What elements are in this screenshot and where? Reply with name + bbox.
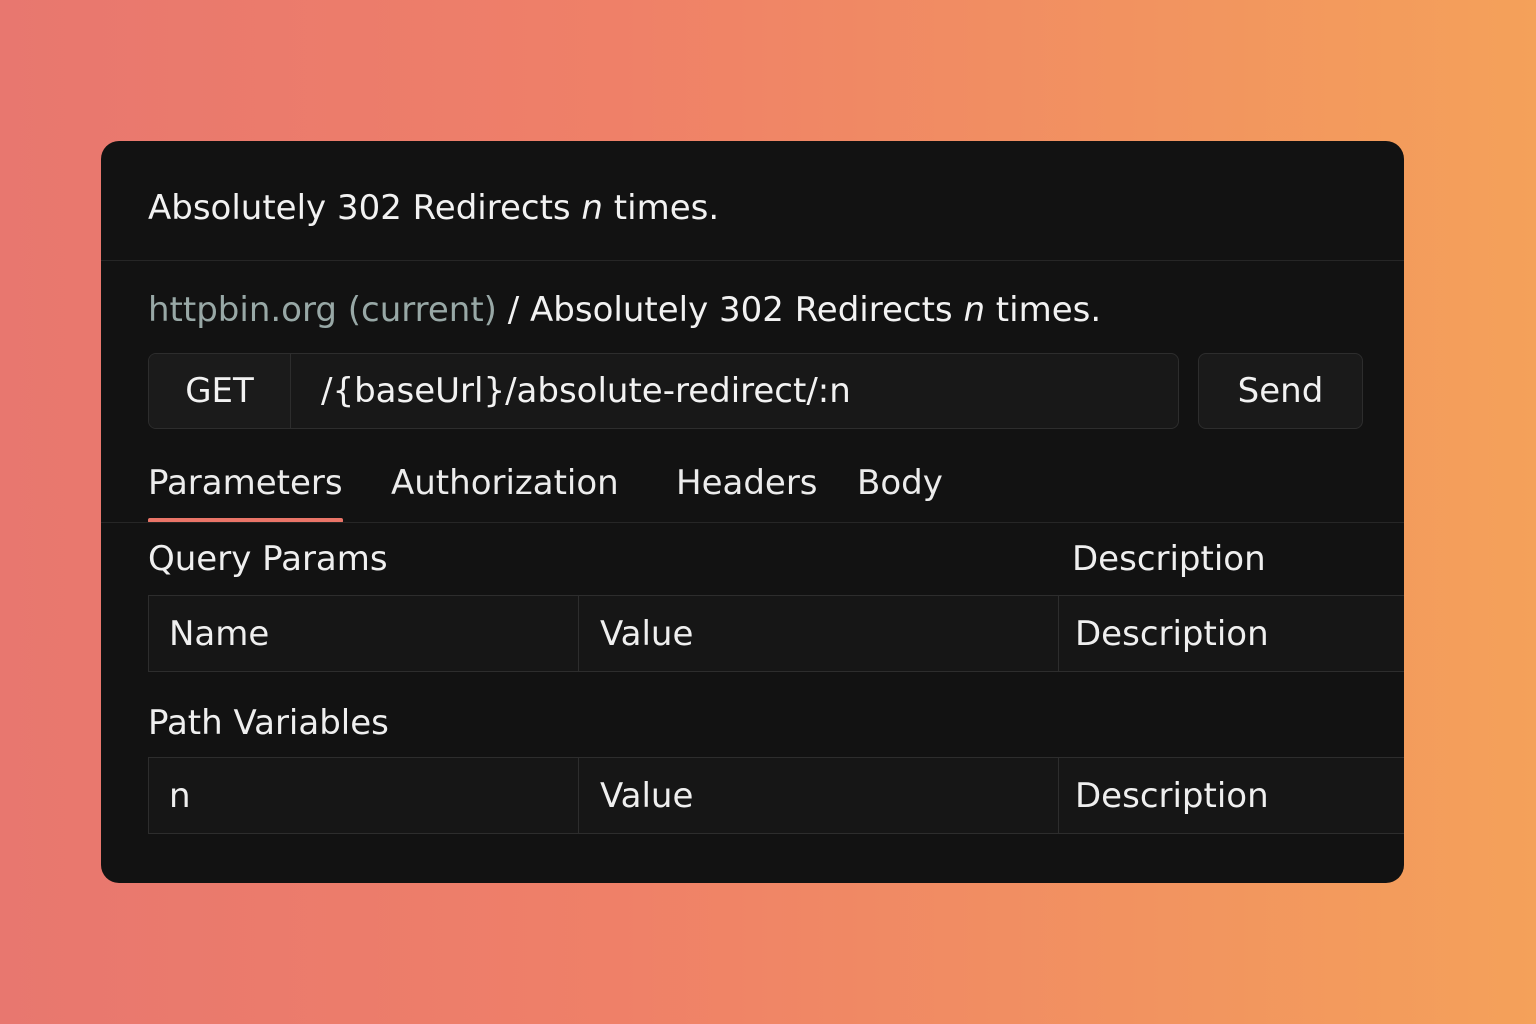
tab-headers[interactable]: Headers — [676, 457, 818, 523]
query-param-description-input[interactable]: Description — [1059, 596, 1404, 671]
tab-parameters[interactable]: Parameters — [148, 457, 343, 523]
breadcrumb-environment[interactable]: httpbin.org (current) — [148, 290, 497, 330]
breadcrumb-request-var: n — [963, 290, 985, 330]
url-bar: GET /{baseUrl}/absolute-redirect/:n — [148, 353, 1179, 429]
query-param-name-input[interactable]: Name — [149, 596, 579, 671]
tabs-divider — [101, 522, 1404, 523]
breadcrumb-separator: / — [496, 290, 531, 330]
tab-body[interactable]: Body — [857, 457, 943, 523]
query-param-value-input[interactable]: Value — [579, 596, 1059, 671]
breadcrumb-request-prefix: Absolutely 302 Redirects — [530, 290, 964, 330]
url-input[interactable]: /{baseUrl}/absolute-redirect/:n — [291, 354, 1178, 428]
query-params-heading: Query Params — [148, 539, 388, 579]
path-variable-row: n Value Description — [148, 757, 1404, 834]
path-variable-value-input[interactable]: Value — [579, 758, 1059, 833]
path-variable-description-input[interactable]: Description — [1059, 758, 1404, 833]
request-tabs: Parameters Authorization Headers Body — [101, 457, 1404, 523]
send-button[interactable]: Send — [1198, 353, 1363, 429]
breadcrumb: httpbin.org (current) / Absolutely 302 R… — [148, 289, 1101, 331]
header-divider — [101, 260, 1404, 261]
request-title-suffix: times. — [602, 188, 720, 228]
request-title: Absolutely 302 Redirects n times. — [148, 187, 719, 229]
method-selector[interactable]: GET — [149, 354, 291, 428]
path-variable-name: n — [149, 758, 579, 833]
tab-authorization[interactable]: Authorization — [391, 457, 619, 523]
query-params-row: Name Value Description — [148, 595, 1404, 672]
request-panel: Absolutely 302 Redirects n times. httpbi… — [101, 141, 1404, 883]
request-title-var: n — [581, 188, 603, 228]
breadcrumb-request-suffix: times. — [985, 290, 1102, 330]
description-column-heading: Description — [1072, 539, 1266, 579]
request-title-prefix: Absolutely 302 Redirects — [148, 188, 582, 228]
path-variables-heading: Path Variables — [148, 703, 389, 743]
